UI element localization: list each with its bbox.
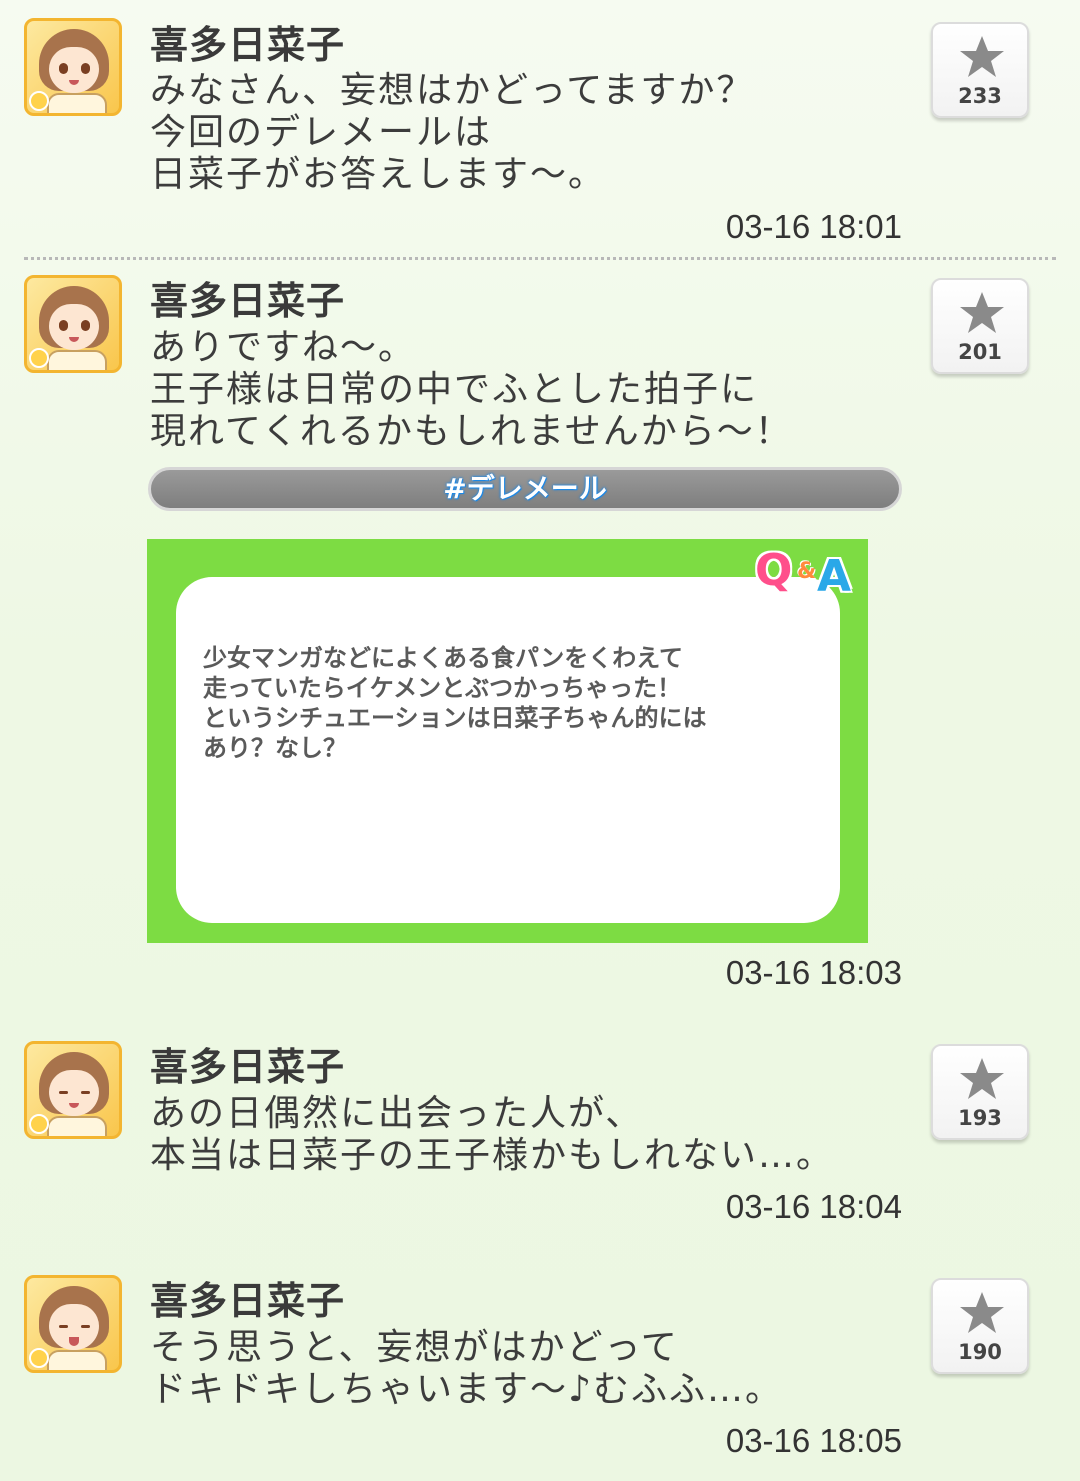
character-avatar-icon[interactable]	[24, 1275, 122, 1373]
post-timestamp: 03-16 18:05	[725, 1422, 902, 1459]
like-count: 190	[958, 1340, 1002, 1364]
character-avatar-icon[interactable]	[24, 275, 122, 373]
like-count: 233	[958, 84, 1002, 108]
star-icon	[960, 36, 1004, 77]
like-count: 201	[958, 340, 1002, 364]
post-message: ありですね〜。 王子様は日常の中でふとした拍子に 現れてくれるかもしれませんから…	[150, 327, 793, 452]
hashtag-button[interactable]: #デレメール	[148, 467, 902, 511]
like-count: 193	[958, 1106, 1002, 1130]
post-message: みなさん、妄想はかどってますか？ 今回のデレメールは 日菜子がお答えします〜。	[150, 70, 755, 195]
like-button[interactable]: 233	[931, 22, 1029, 118]
like-button[interactable]: 201	[931, 278, 1029, 374]
qa-badge-icon: Q & A	[755, 545, 852, 602]
post-timestamp: 03-16 18:01	[725, 208, 902, 245]
post-divider	[24, 257, 1056, 260]
qa-image-card[interactable]: 少女マンガなどによくある食パンをくわえて 走っていたらイケメンとぶつかっちゃった…	[147, 539, 868, 943]
character-avatar-icon[interactable]	[24, 1041, 122, 1139]
hashtag-label: #デレメール	[443, 472, 607, 505]
star-icon	[960, 1058, 1004, 1099]
character-avatar-icon[interactable]	[24, 18, 122, 116]
post-message: そう思うと、妄想がはかどって ドキドキしちゃいます〜♪むふふ…。	[150, 1327, 783, 1410]
author-name: 喜多日菜子	[150, 279, 346, 323]
author-name: 喜多日菜子	[150, 1045, 346, 1089]
star-icon	[960, 1292, 1004, 1333]
author-name: 喜多日菜子	[150, 23, 346, 67]
qa-question-text: 少女マンガなどによくある食パンをくわえて 走っていたらイケメンとぶつかっちゃった…	[203, 644, 707, 762]
post-timestamp: 03-16 18:03	[725, 954, 902, 991]
post-message: あの日偶然に出会った人が、 本当は日菜子の王子様かもしれない…。	[150, 1093, 835, 1176]
like-button[interactable]: 190	[931, 1278, 1029, 1374]
post-timestamp: 03-16 18:04	[725, 1188, 902, 1225]
star-icon	[960, 292, 1004, 333]
author-name: 喜多日菜子	[150, 1279, 346, 1323]
like-button[interactable]: 193	[931, 1044, 1029, 1140]
